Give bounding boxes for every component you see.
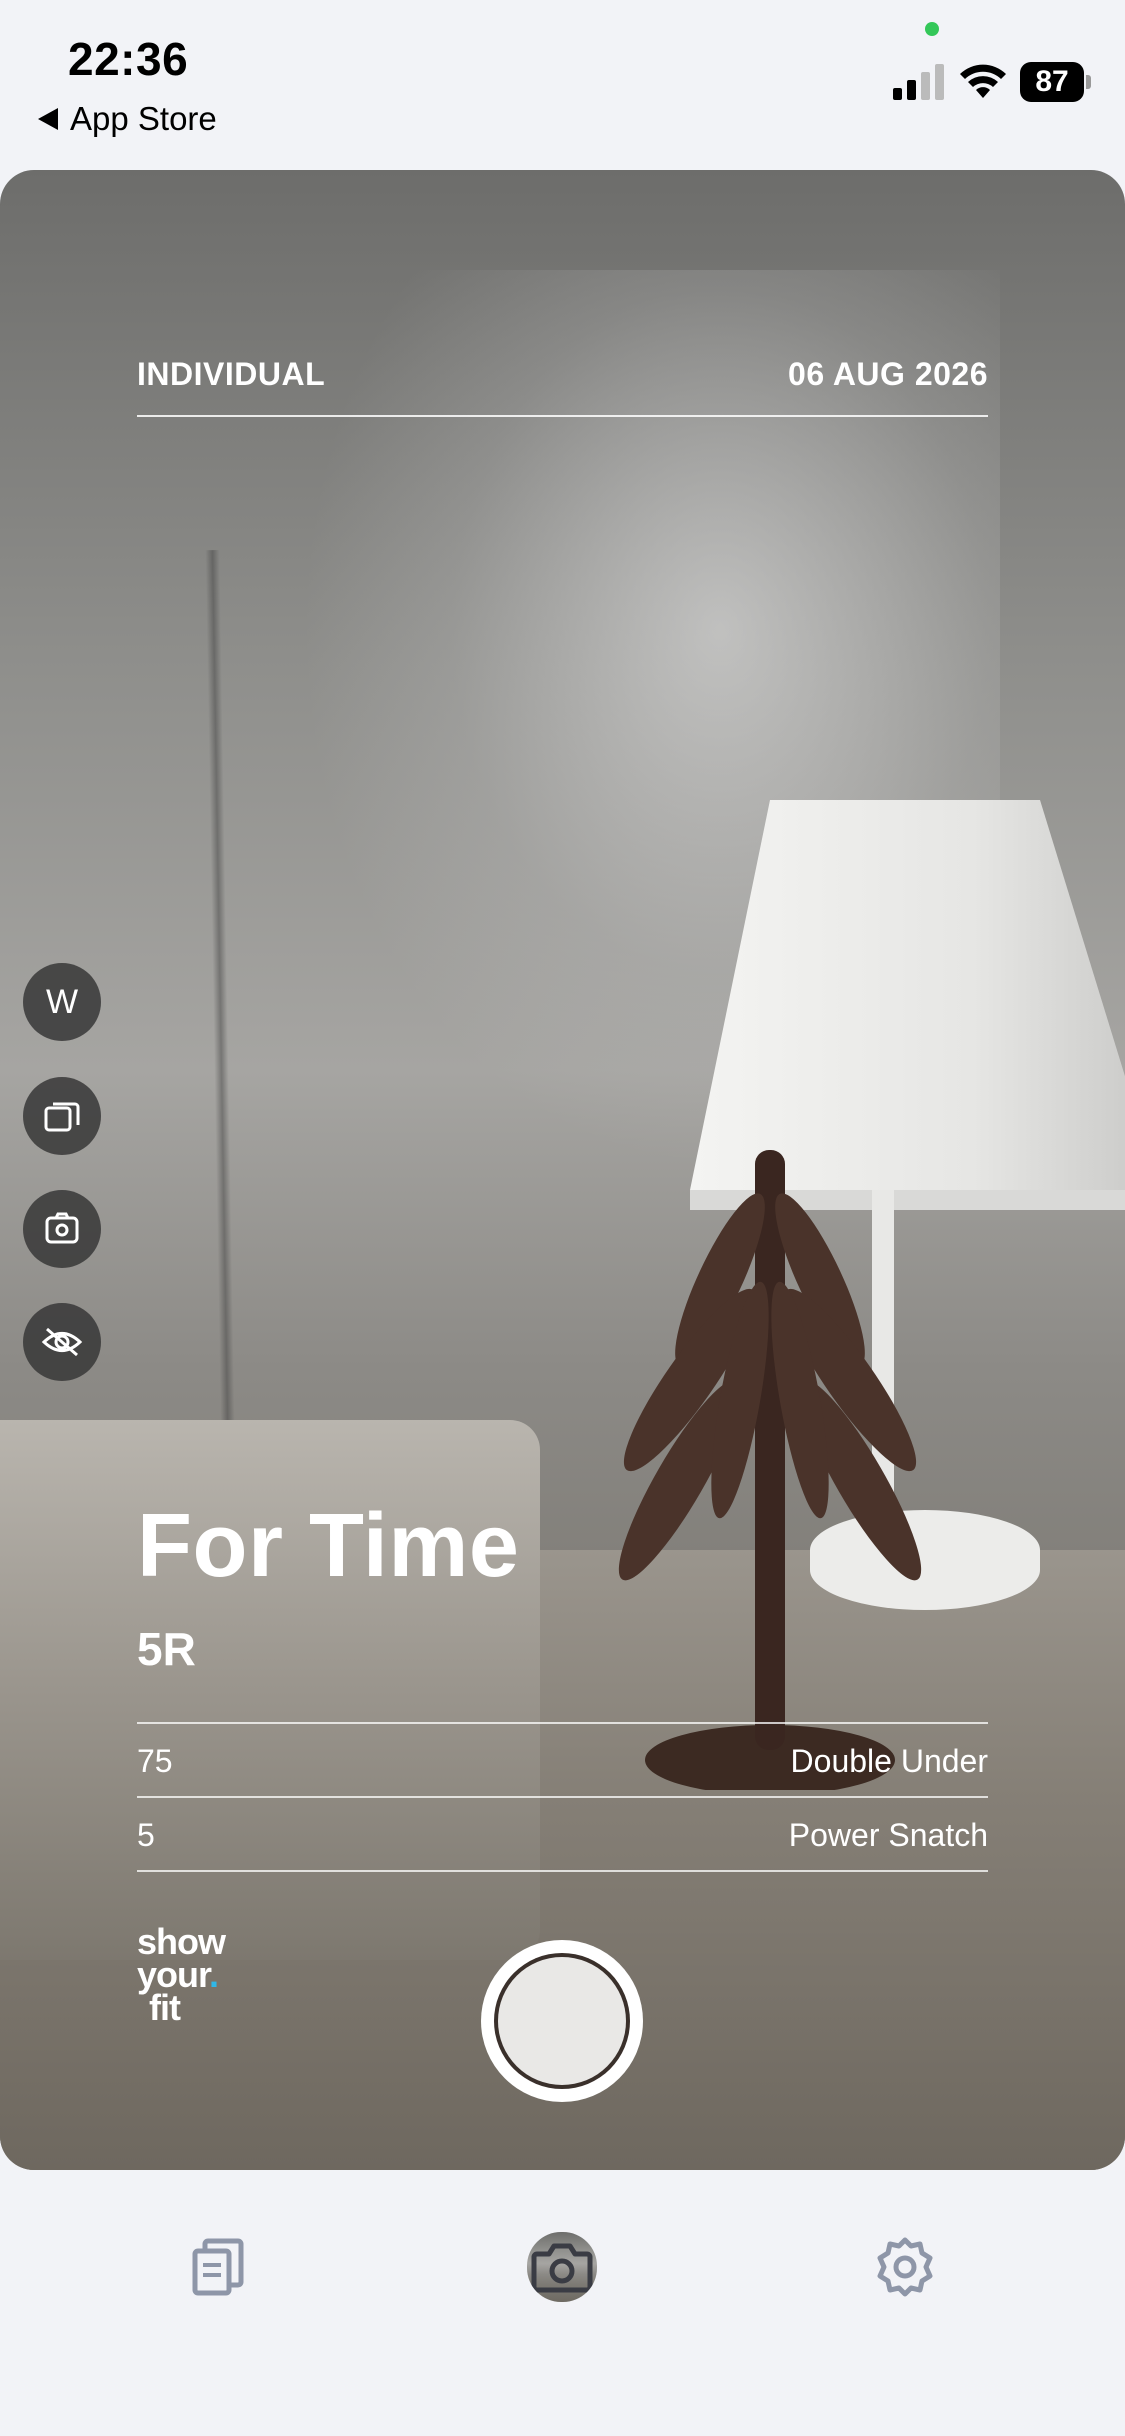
tab-records[interactable] xyxy=(184,2232,254,2302)
exercise-reps: 75 xyxy=(137,1743,173,1779)
exercise-divider xyxy=(137,1722,988,1724)
exercise-reps: 5 xyxy=(137,1817,155,1853)
cellular-signal-icon xyxy=(893,64,944,100)
gallery-button[interactable] xyxy=(23,1077,101,1155)
date-label: 06 AUG 2026 xyxy=(788,356,988,392)
header-row: INDIVIDUAL 06 AUG 2026 xyxy=(137,356,988,393)
battery-level: 87 xyxy=(1020,62,1084,102)
status-bar: 22:36 App Store 87 xyxy=(0,0,1125,170)
back-arrow-icon xyxy=(38,108,58,130)
gallery-icon xyxy=(44,1102,80,1132)
back-to-app-store[interactable]: App Store xyxy=(38,100,217,138)
exercise-name: Power Snatch xyxy=(788,1817,988,1853)
weight-unit-button[interactable]: W xyxy=(23,963,101,1041)
exercise-divider xyxy=(137,1796,988,1798)
camera-icon xyxy=(531,2243,593,2293)
hide-overlay-button[interactable] xyxy=(23,1303,101,1381)
exercise-row: 5 Power Snatch xyxy=(137,1817,988,1854)
tab-camera[interactable] xyxy=(527,2232,597,2302)
brand-logo: show your. fit xyxy=(137,1921,226,2028)
wooden-tree-ornament xyxy=(618,1150,922,1790)
rounds-label: 5R xyxy=(137,1623,196,1675)
exercise-name: Double Under xyxy=(790,1743,988,1779)
exercise-row: 75 Double Under xyxy=(137,1743,988,1780)
exercise-divider xyxy=(137,1870,988,1872)
camera-indicator-dot xyxy=(925,22,939,36)
back-label: App Store xyxy=(70,100,217,137)
records-icon xyxy=(192,2238,244,2296)
category-label: INDIVIDUAL xyxy=(137,356,326,392)
shutter-button[interactable] xyxy=(481,1940,643,2102)
status-time: 22:36 xyxy=(68,33,189,85)
hide-eye-icon xyxy=(41,1327,83,1357)
workout-type-title: For Time xyxy=(137,1496,520,1596)
flip-camera-icon xyxy=(45,1212,79,1244)
flip-camera-button[interactable] xyxy=(23,1190,101,1268)
camera-viewfinder[interactable]: INDIVIDUAL 06 AUG 2026 W For Time 5R 75 … xyxy=(0,170,1125,2170)
settings-icon xyxy=(877,2237,933,2297)
bottom-tab-bar xyxy=(0,2170,1125,2436)
tab-settings[interactable] xyxy=(870,2232,940,2302)
header-divider xyxy=(137,415,988,417)
battery-indicator: 87 xyxy=(1020,62,1091,102)
wifi-icon xyxy=(960,64,1006,98)
